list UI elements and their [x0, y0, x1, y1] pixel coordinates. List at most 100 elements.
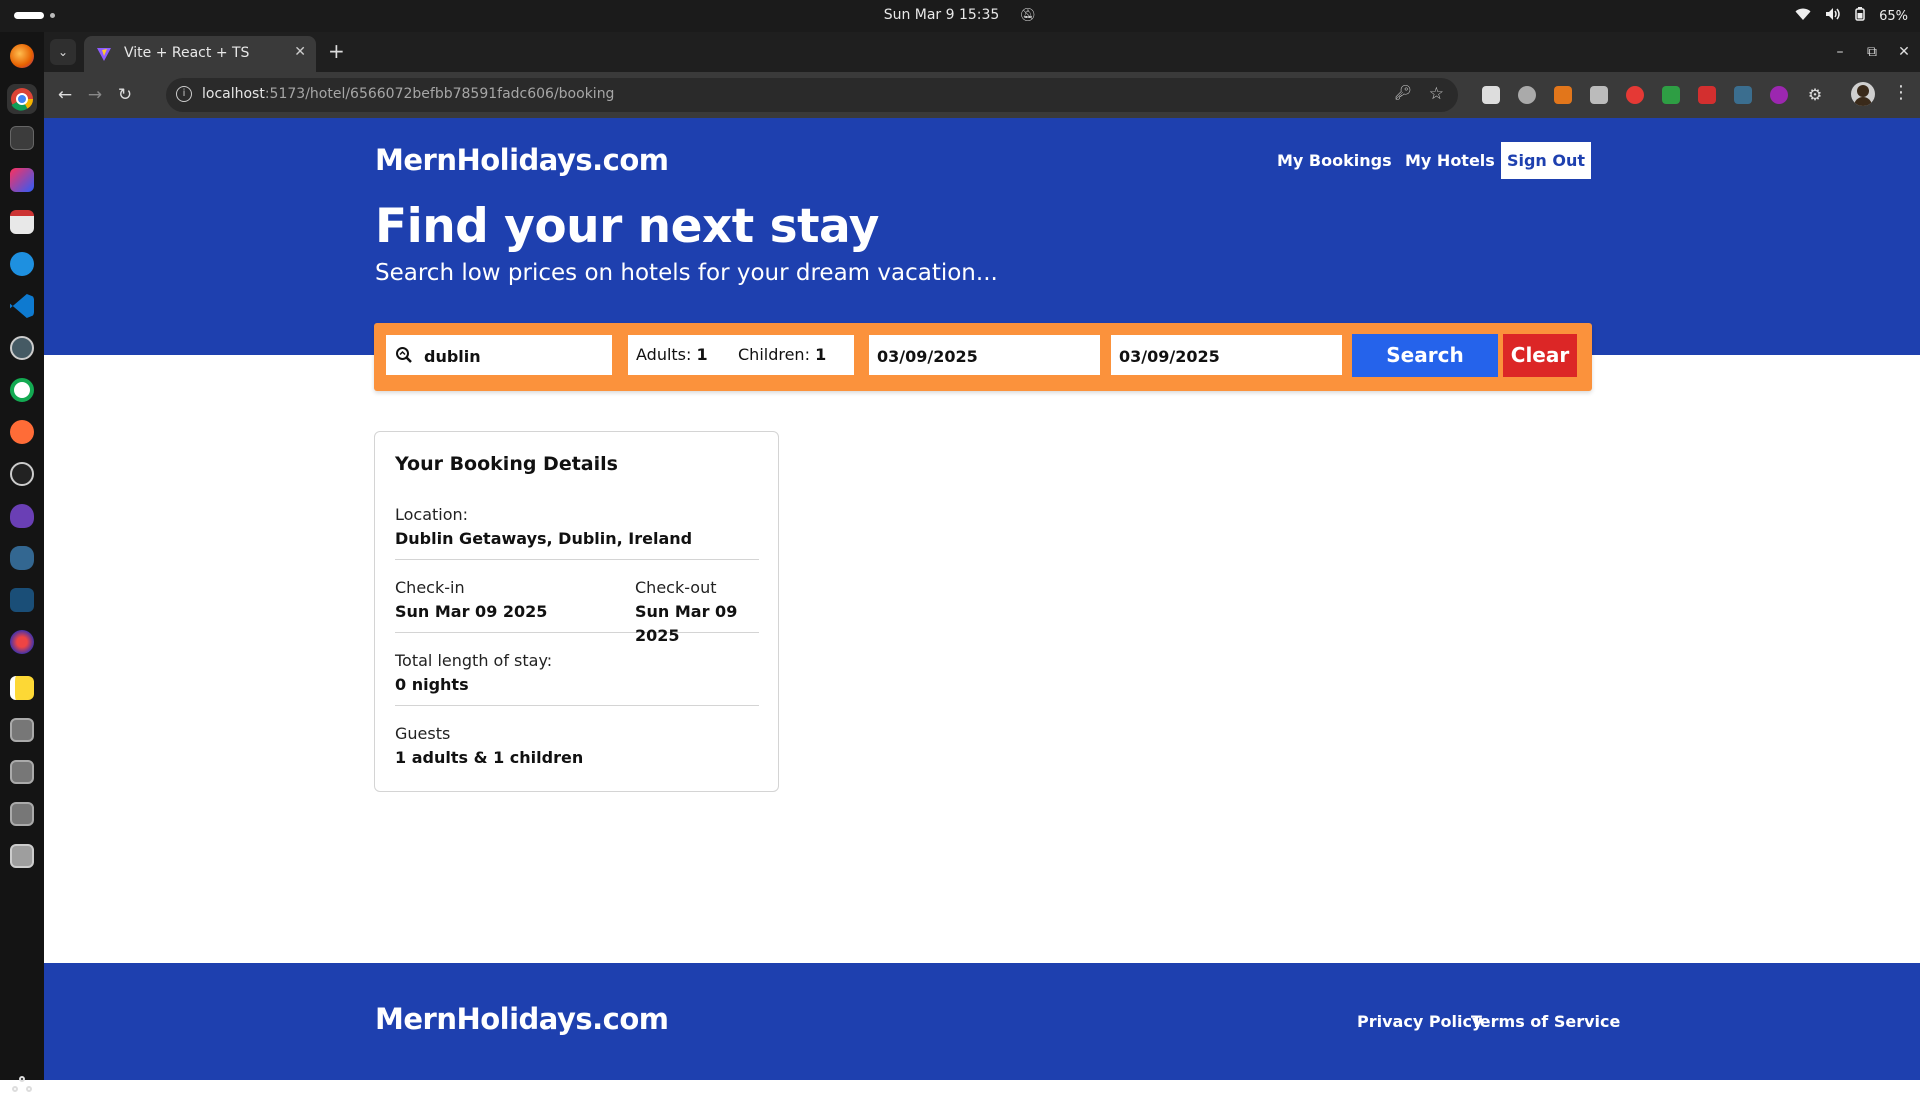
terminal-icon[interactable] — [10, 126, 34, 150]
check-out-date-input[interactable]: 03/09/2025 — [1111, 335, 1342, 375]
metamask-extension-icon[interactable] — [1554, 86, 1572, 104]
app-orb-icon[interactable] — [10, 630, 34, 654]
sign-out-button[interactable]: Sign Out — [1501, 142, 1591, 179]
check-in-label: Check-in — [395, 578, 465, 597]
forward-icon[interactable]: → — [82, 82, 108, 108]
guests-row: Guests 1 adults & 1 children — [395, 722, 759, 779]
check-in-date-value: 03/09/2025 — [877, 347, 978, 366]
extension-icon[interactable] — [1590, 86, 1608, 104]
screenshot-extension-icon[interactable] — [1518, 86, 1536, 104]
check-in-value: Sun Mar 09 2025 — [395, 602, 548, 621]
destination-input[interactable]: dublin — [386, 335, 612, 375]
tab-search-button[interactable]: ⌄ — [50, 39, 76, 65]
footer: MernHolidays.com Privacy Policy Terms of… — [44, 963, 1920, 1080]
clock-text: Sun Mar 9 15:35 — [883, 7, 1000, 23]
obs-icon[interactable] — [10, 462, 34, 486]
extensions-puzzle-icon[interactable]: ⚙ — [1806, 86, 1824, 104]
disk-icon[interactable] — [10, 802, 34, 826]
text-editor-icon[interactable] — [10, 676, 34, 700]
window-controls: – ⧉ ✕ — [1824, 32, 1920, 72]
location-value: Dublin Getaways, Dublin, Ireland — [395, 529, 693, 548]
profile-avatar[interactable] — [1851, 82, 1875, 106]
adults-count[interactable]: Adults: 1 — [636, 345, 708, 364]
terms-of-service-link[interactable]: Terms of Service — [1471, 1012, 1620, 1031]
back-icon[interactable]: ← — [52, 82, 78, 108]
children-count[interactable]: Children: 1 — [738, 345, 826, 364]
postman-icon[interactable] — [10, 420, 34, 444]
minimize-icon[interactable]: – — [1824, 32, 1856, 72]
extension-icon[interactable] — [1482, 86, 1500, 104]
help-icon[interactable] — [10, 252, 34, 276]
hotel-search-icon — [395, 346, 412, 363]
my-hotels-link[interactable]: My Hotels — [1405, 151, 1495, 170]
booking-details-title: Your Booking Details — [395, 453, 618, 475]
stay-length-value: 0 nights — [395, 675, 469, 694]
app-icon[interactable] — [10, 336, 34, 360]
check-in-date-input[interactable]: 03/09/2025 — [869, 335, 1100, 375]
close-window-icon[interactable]: ✕ — [1888, 32, 1920, 72]
wifi-icon — [1795, 8, 1811, 25]
close-tab-icon[interactable]: ✕ — [294, 44, 306, 60]
bookmark-star-icon[interactable]: ☆ — [1429, 84, 1444, 104]
hero-section: MernHolidays.com My Bookings My Hotels S… — [44, 118, 1920, 355]
chrome-icon[interactable] — [7, 84, 37, 114]
dates-row: Check-in Sun Mar 09 2025 Check-out Sun M… — [395, 576, 759, 645]
shield-extension-icon[interactable] — [1662, 86, 1680, 104]
my-bookings-link[interactable]: My Bookings — [1277, 151, 1392, 170]
search-button[interactable]: Search — [1352, 334, 1498, 377]
password-key-icon[interactable]: 🔑︎ — [1394, 85, 1412, 101]
vite-favicon-icon — [96, 46, 112, 62]
app-crystal-icon[interactable] — [10, 504, 34, 528]
hero-title: Find your next stay — [375, 199, 879, 254]
clock[interactable]: Sun Mar 9 15:35 🔕︎ — [0, 7, 1920, 23]
dock — [0, 32, 44, 1092]
guests-label: Guests — [395, 724, 451, 743]
browser-toolbar: ← → ↻ i localhost:5173/hotel/6566072befb… — [44, 72, 1920, 118]
show-apps-icon[interactable] — [12, 1076, 32, 1096]
stay-length-row: Total length of stay: 0 nights — [395, 649, 759, 706]
intellij-icon[interactable] — [10, 168, 34, 192]
url-text[interactable]: localhost:5173/hotel/6566072befbb78591fa… — [202, 86, 614, 102]
volume-icon — [1825, 7, 1841, 25]
files-icon[interactable] — [10, 210, 34, 234]
tab-title: Vite + React + TS — [124, 45, 250, 61]
battery-percent: 65% — [1879, 8, 1908, 24]
os-top-bar: Sun Mar 9 15:35 🔕︎ 65% — [0, 0, 1920, 32]
address-bar[interactable]: i localhost:5173/hotel/6566072befbb78591… — [166, 78, 1458, 112]
notifications-muted-icon: 🔕︎ — [1019, 8, 1037, 23]
new-tab-icon[interactable]: + — [328, 39, 345, 63]
reload-icon[interactable]: ↻ — [112, 82, 138, 108]
trash-icon[interactable] — [10, 844, 34, 868]
location-row: Location: Dublin Getaways, Dublin, Irela… — [395, 503, 759, 560]
battery-icon — [1855, 7, 1865, 25]
system-tray[interactable]: 65% — [1795, 7, 1908, 25]
site-info-icon[interactable]: i — [176, 86, 192, 102]
pdf-extension-icon[interactable] — [1734, 86, 1752, 104]
vpn-extension-icon[interactable] — [1770, 86, 1788, 104]
clear-button[interactable]: Clear — [1503, 334, 1577, 377]
site-logo[interactable]: MernHolidays.com — [375, 143, 669, 177]
disk-icon[interactable] — [10, 760, 34, 784]
check-out-label: Check-out — [635, 578, 717, 597]
video-extension-icon[interactable] — [1698, 86, 1716, 104]
booking-details-card: Your Booking Details Location: Dublin Ge… — [374, 431, 779, 792]
destination-value: dublin — [424, 347, 481, 366]
browser-menu-icon[interactable]: ⋮ — [1892, 82, 1910, 103]
firefox-icon[interactable] — [10, 44, 34, 68]
privacy-policy-link[interactable]: Privacy Policy — [1357, 1012, 1482, 1031]
check-out-date-value: 03/09/2025 — [1119, 347, 1220, 366]
stay-length-label: Total length of stay: — [395, 651, 553, 670]
guest-count-field[interactable]: Adults: 1 Children: 1 — [628, 335, 854, 375]
web-page: MernHolidays.com My Bookings My Hotels S… — [44, 118, 1920, 1080]
vscode-icon[interactable] — [10, 294, 34, 318]
disk-icon[interactable] — [10, 718, 34, 742]
check-out-value: Sun Mar 09 2025 — [635, 602, 738, 645]
browser-tab[interactable]: Vite + React + TS ✕ — [84, 36, 316, 72]
adblock-extension-icon[interactable] — [1626, 86, 1644, 104]
tab-strip: ⌄ Vite + React + TS ✕ + – ⧉ ✕ — [44, 32, 1920, 72]
restore-icon[interactable]: ⧉ — [1856, 32, 1888, 72]
mongodb-compass-icon[interactable] — [10, 378, 34, 402]
mysql-workbench-icon[interactable] — [10, 588, 34, 612]
postgresql-icon[interactable] — [10, 546, 34, 570]
footer-logo: MernHolidays.com — [375, 1002, 669, 1036]
